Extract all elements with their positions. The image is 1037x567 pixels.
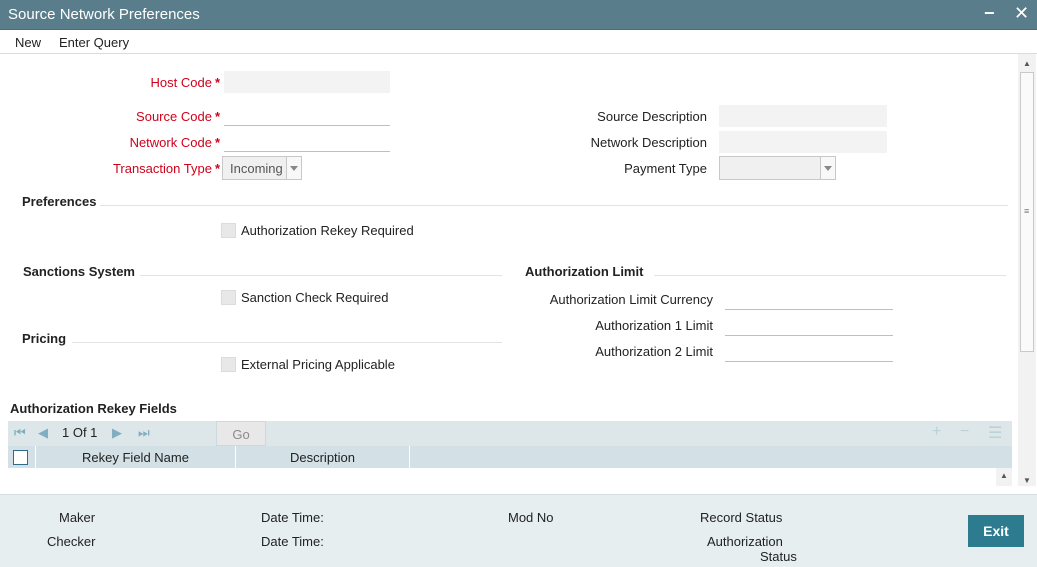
select-all-cell [8,446,36,468]
source-description-label: Source Description [597,109,707,124]
authorization-1-limit-label: Authorization 1 Limit [595,318,713,333]
window-titlebar: Source Network Preferences − ✕ [0,0,1037,30]
authorization-limit-currency-field[interactable] [725,288,893,310]
go-button[interactable]: Go [216,421,266,446]
network-description-field[interactable] [719,131,887,153]
add-row-icon[interactable]: + [932,423,941,441]
scroll-up-icon[interactable]: ▲ [1023,59,1031,68]
source-code-label: Source Code * [136,109,220,124]
source-code-field[interactable] [224,104,390,126]
preferences-heading: Preferences [22,194,97,209]
chevron-down-icon[interactable] [820,157,835,179]
rekey-grid-header: Rekey Field Name Description [8,446,1012,468]
select-all-checkbox[interactable] [13,450,28,465]
pager-text: 1 Of 1 [62,425,98,440]
sanction-check-required-checkbox[interactable] [221,290,236,305]
authorization-rekey-fields-heading: Authorization Rekey Fields [10,401,177,416]
menu-bar: New Enter Query [0,30,1037,54]
window-title: Source Network Preferences [8,6,200,23]
authorization-status-label-line1: Authorization [707,534,783,549]
source-description-field[interactable] [719,105,887,127]
scroll-grip-icon: ≡ [1024,206,1030,216]
checker-label: Checker [47,534,96,549]
sanctions-divider [140,275,502,276]
sanction-check-required-label: Sanction Check Required [241,290,389,305]
payment-type-select[interactable] [719,156,836,180]
transaction-type-label: Transaction Type * [112,161,220,176]
first-page-icon[interactable]: ⏮ [14,425,26,441]
host-code-field[interactable] [224,71,390,93]
record-status-label: Record Status [700,510,783,525]
external-pricing-applicable-label: External Pricing Applicable [241,357,395,372]
network-code-field[interactable] [224,130,390,152]
menu-enter-query[interactable]: Enter Query [59,35,129,50]
maker-label: Maker [59,510,96,525]
list-icon[interactable]: ☰ [988,423,1002,443]
network-code-label: Network Code * [129,135,220,150]
authorization-1-limit-field[interactable] [725,314,893,336]
column-rekey-field-name[interactable]: Rekey Field Name [36,446,236,468]
transaction-type-select[interactable]: Incoming [222,156,302,180]
prev-page-icon[interactable]: ◀ [38,425,48,441]
vertical-scrollbar[interactable]: ▲ ≡ ▼ [1018,54,1036,486]
last-page-icon[interactable]: ⏭ [138,425,150,441]
authorization-status-label-line2: Status [760,549,797,564]
checker-date-time-label: Date Time: [261,534,324,549]
next-page-icon[interactable]: ▶ [112,425,122,441]
mod-no-label: Mod No [508,510,554,525]
authorization-2-limit-label: Authorization 2 Limit [595,344,713,359]
host-code-label: Host Code * [150,75,220,90]
authorization-limit-heading: Authorization Limit [525,264,644,279]
payment-type-label: Payment Type [624,161,707,176]
authorization-limit-currency-label: Authorization Limit Currency [549,292,713,307]
maker-date-time-label: Date Time: [261,510,324,525]
pricing-heading: Pricing [22,331,67,346]
column-description[interactable]: Description [236,446,410,468]
sanctions-system-heading: Sanctions System [23,264,135,279]
authorization-rekey-required-checkbox[interactable] [221,223,236,238]
delete-row-icon[interactable]: − [960,423,969,441]
menu-new[interactable]: New [15,35,41,50]
close-icon[interactable]: ✕ [1014,3,1029,24]
grid-scroll-up-icon[interactable]: ▲ [1000,471,1008,480]
chevron-down-icon[interactable] [286,157,301,179]
authorization-rekey-required-label: Authorization Rekey Required [241,223,414,238]
rekey-grid-body [8,468,996,486]
preferences-divider [100,205,1008,206]
authorization-limit-divider [654,275,1006,276]
grid-scrollbar[interactable]: ▲ [996,468,1012,486]
pricing-divider [72,342,502,343]
audit-footer: Maker Checker Date Time: Date Time: Mod … [0,494,1037,567]
network-description-label: Network Description [590,135,707,150]
exit-button[interactable]: Exit [968,515,1024,547]
scroll-down-icon[interactable]: ▼ [1023,476,1031,485]
authorization-2-limit-field[interactable] [725,340,893,362]
transaction-type-value: Incoming [230,161,283,176]
rekey-grid-toolbar: ⏮ ◀ 1 Of 1 ▶ ⏭ Go + − ☰ [8,421,1012,446]
minimize-icon[interactable]: − [984,3,995,24]
external-pricing-applicable-checkbox[interactable] [221,357,236,372]
